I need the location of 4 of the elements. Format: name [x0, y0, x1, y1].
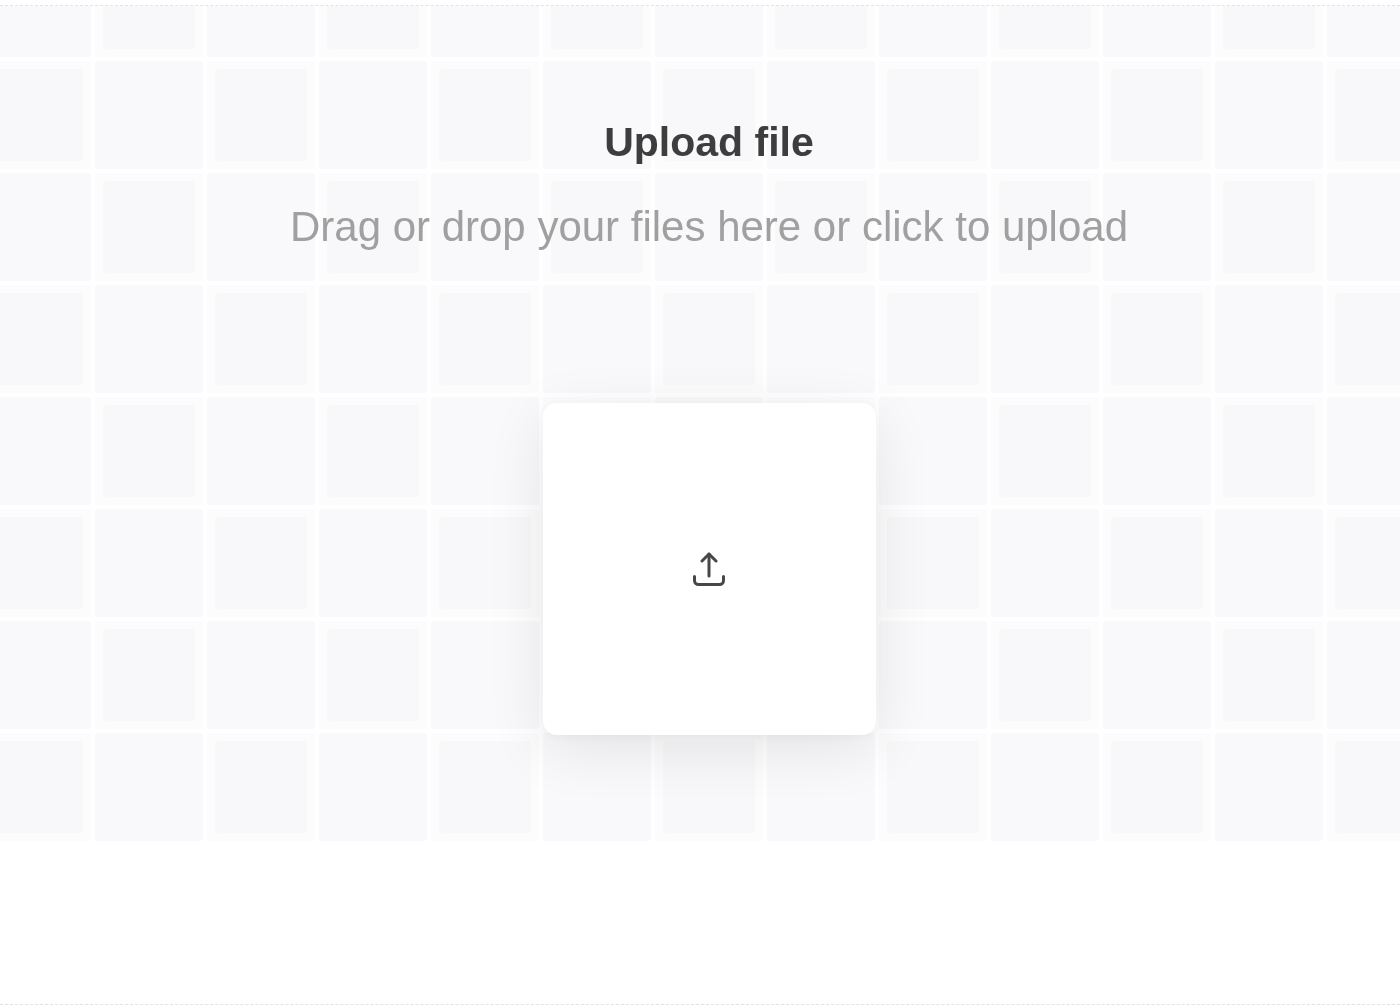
upload-hint: Drag or drop your files here or click to upload [289, 202, 1129, 252]
upload-title: Upload file [604, 118, 814, 167]
upload-dropzone[interactable] [542, 403, 876, 735]
upload-icon [693, 552, 725, 586]
